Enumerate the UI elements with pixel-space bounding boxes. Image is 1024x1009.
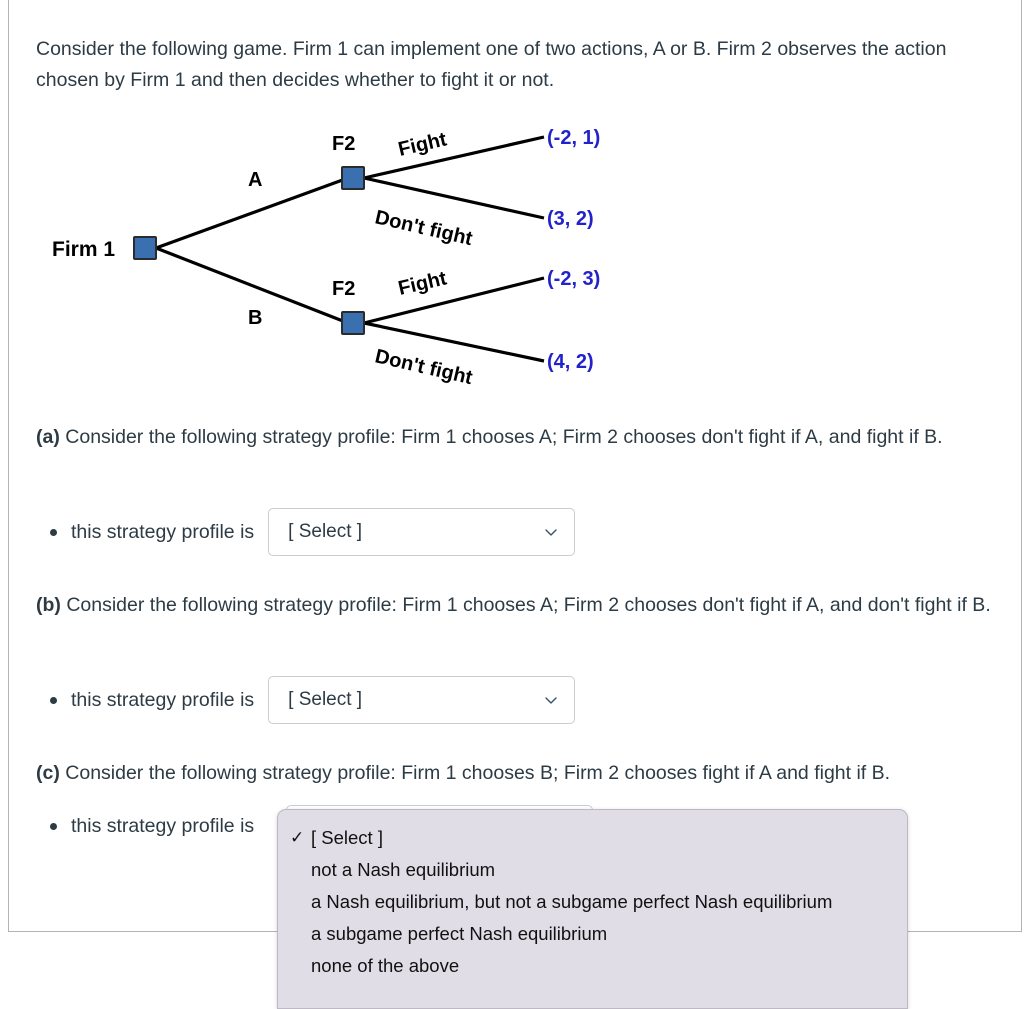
select-answer-b[interactable]: [ Select ] (268, 676, 576, 724)
dropdown-menu-answer-c[interactable]: ✓ [ Select ] not a Nash equilibrium a Na… (277, 809, 908, 1009)
tree-branch-label-dontfight-bottom: Don't fight (373, 345, 475, 389)
dropdown-option-not-nash-label: not a Nash equilibrium (311, 859, 496, 880)
checkmark-icon: ✓ (290, 828, 305, 847)
answer-label-b: this strategy profile is (71, 688, 255, 711)
answer-label-c: this strategy profile is (71, 815, 255, 837)
dropdown-option-nash-not-spne-label: a Nash equilibrium, but not a subgame pe… (311, 891, 833, 912)
dropdown-option-nash-not-spne[interactable]: a Nash equilibrium, but not a subgame pe… (278, 886, 907, 918)
answer-label-a: this strategy profile is (71, 520, 255, 543)
chevron-down-icon (544, 525, 558, 539)
answer-row-b: this strategy profile is [ Select ] (50, 676, 576, 724)
question-a-text: Consider the following strategy profile:… (65, 426, 943, 448)
dropdown-option-select[interactable]: ✓ [ Select ] (278, 822, 907, 854)
tree-branch-label-dontfight-top: Don't fight (373, 206, 475, 250)
bullet-icon (50, 696, 57, 704)
tree-label-firm2-bottom: F2 (332, 278, 355, 300)
dropdown-option-select-label: [ Select ] (311, 827, 383, 848)
question-c-text: Consider the following strategy profile:… (65, 762, 891, 784)
tree-payoff-b-fight: (-2, 3) (547, 268, 600, 290)
tree-node-firm2-bottom (341, 311, 365, 335)
question-a-marker: (a) (36, 426, 60, 448)
answer-row-c: this strategy profile is (50, 815, 268, 838)
question-a-prompt: (a) Consider the following strategy prof… (36, 422, 1018, 453)
dropdown-option-none-of-above-label: none of the above (311, 955, 460, 976)
question-b-prompt: (b) Consider the following strategy prof… (36, 590, 1018, 621)
question-b-text: Consider the following strategy profile:… (66, 594, 991, 616)
intro-paragraph: Consider the following game. Firm 1 can … (36, 38, 947, 91)
tree-payoff-a-dontfight: (3, 2) (547, 208, 594, 230)
dropdown-option-spne[interactable]: a subgame perfect Nash equilibrium (278, 918, 907, 950)
select-answer-a[interactable]: [ Select ] (268, 508, 576, 556)
tree-branch-label-a: A (248, 169, 262, 191)
select-answer-a-value: [ Select ] (288, 521, 363, 542)
tree-branch-label-fight-bottom: Fight (396, 267, 449, 300)
question-b-marker: (b) (36, 594, 61, 616)
chevron-down-icon (544, 693, 558, 707)
tree-node-firm1 (133, 236, 157, 260)
tree-branch-label-b: B (248, 307, 262, 329)
bullet-icon (50, 823, 57, 830)
tree-label-firm2-top: F2 (332, 133, 355, 155)
tree-payoff-b-dontfight: (4, 2) (547, 351, 594, 373)
dropdown-option-not-nash[interactable]: not a Nash equilibrium (278, 854, 907, 886)
select-answer-b-value: [ Select ] (288, 689, 363, 710)
answer-row-a: this strategy profile is [ Select ] (50, 508, 576, 556)
question-c-marker: (c) (36, 762, 60, 784)
dropdown-option-none-of-above[interactable]: none of the above (278, 950, 907, 982)
tree-node-firm2-top (341, 166, 365, 190)
tree-label-firm1: Firm 1 (52, 238, 115, 261)
bullet-icon (50, 528, 57, 536)
game-tree-figure: Firm 1 F2 F2 A B Fight Don't fight Fight… (36, 118, 616, 390)
tree-branch-label-fight-top: Fight (396, 128, 449, 161)
tree-payoff-a-fight: (-2, 1) (547, 127, 600, 149)
dropdown-option-spne-label: a subgame perfect Nash equilibrium (311, 923, 608, 944)
question-c-prompt: (c) Consider the following strategy prof… (36, 758, 1018, 789)
